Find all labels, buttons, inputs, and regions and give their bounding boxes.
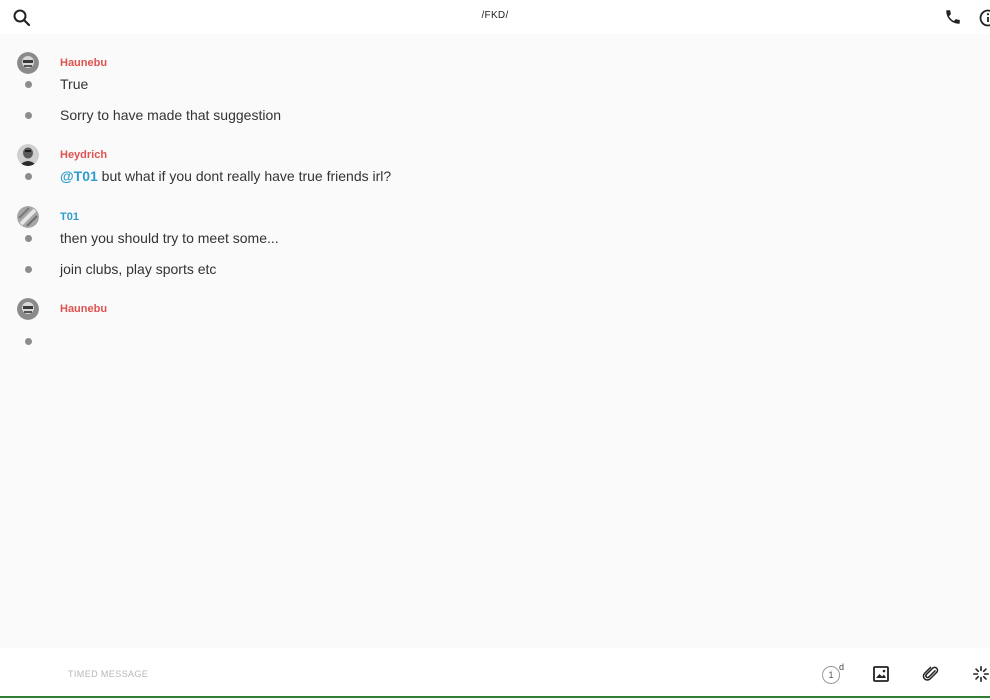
message-bullet [25,338,32,345]
phone-icon[interactable] [944,8,962,26]
message-author[interactable]: Haunebu [60,303,107,315]
focus-indicator-line [0,696,990,698]
message-input[interactable]: TIMED MESSAGE [68,669,148,679]
conversation-window: /FKD/ Haunebu True Sorry to have made th… [0,0,990,700]
ping-icon[interactable] [972,665,990,683]
timer-unit: d [839,662,845,672]
avatar-image [17,206,39,228]
message-bullet [25,173,32,180]
conversation-header: /FKD/ [0,0,990,34]
message-bullet [25,235,32,242]
message-text: Sorry to have made that suggestion [60,107,282,123]
avatar-t01[interactable] [17,206,39,228]
input-bar: TIMED MESSAGE 1 d [0,648,990,698]
avatar-haunebu[interactable] [17,52,39,74]
avatar-image [17,298,39,320]
message-bullet [25,81,32,88]
avatar-image [17,144,39,166]
message-text: join clubs, play sports etc [60,261,217,277]
timer-icon: 1 [822,666,840,684]
message-author[interactable]: T01 [60,211,79,223]
message-list[interactable]: Haunebu True Sorry to have made that sug… [0,34,990,648]
message-author[interactable]: Haunebu [60,57,107,69]
message-text: True [60,76,89,92]
info-icon[interactable] [978,8,990,28]
message-bullet [25,112,32,119]
avatar-image [17,52,39,74]
avatar-heydrich[interactable] [17,144,39,166]
paperclip-icon[interactable] [922,665,940,683]
message-text: then you should try to meet some... [60,230,279,246]
image-icon[interactable] [873,666,889,682]
message-author[interactable]: Heydrich [60,149,107,161]
message-text: @T01 but what if you dont really have tr… [60,168,391,184]
user-mention[interactable]: @T01 [60,168,98,184]
message-bullet [25,266,32,273]
timer-button[interactable]: 1 d [822,662,848,684]
message-text-body: but what if you dont really have true fr… [97,168,392,184]
conversation-title: /FKD/ [481,10,509,21]
avatar-haunebu[interactable] [17,298,39,320]
